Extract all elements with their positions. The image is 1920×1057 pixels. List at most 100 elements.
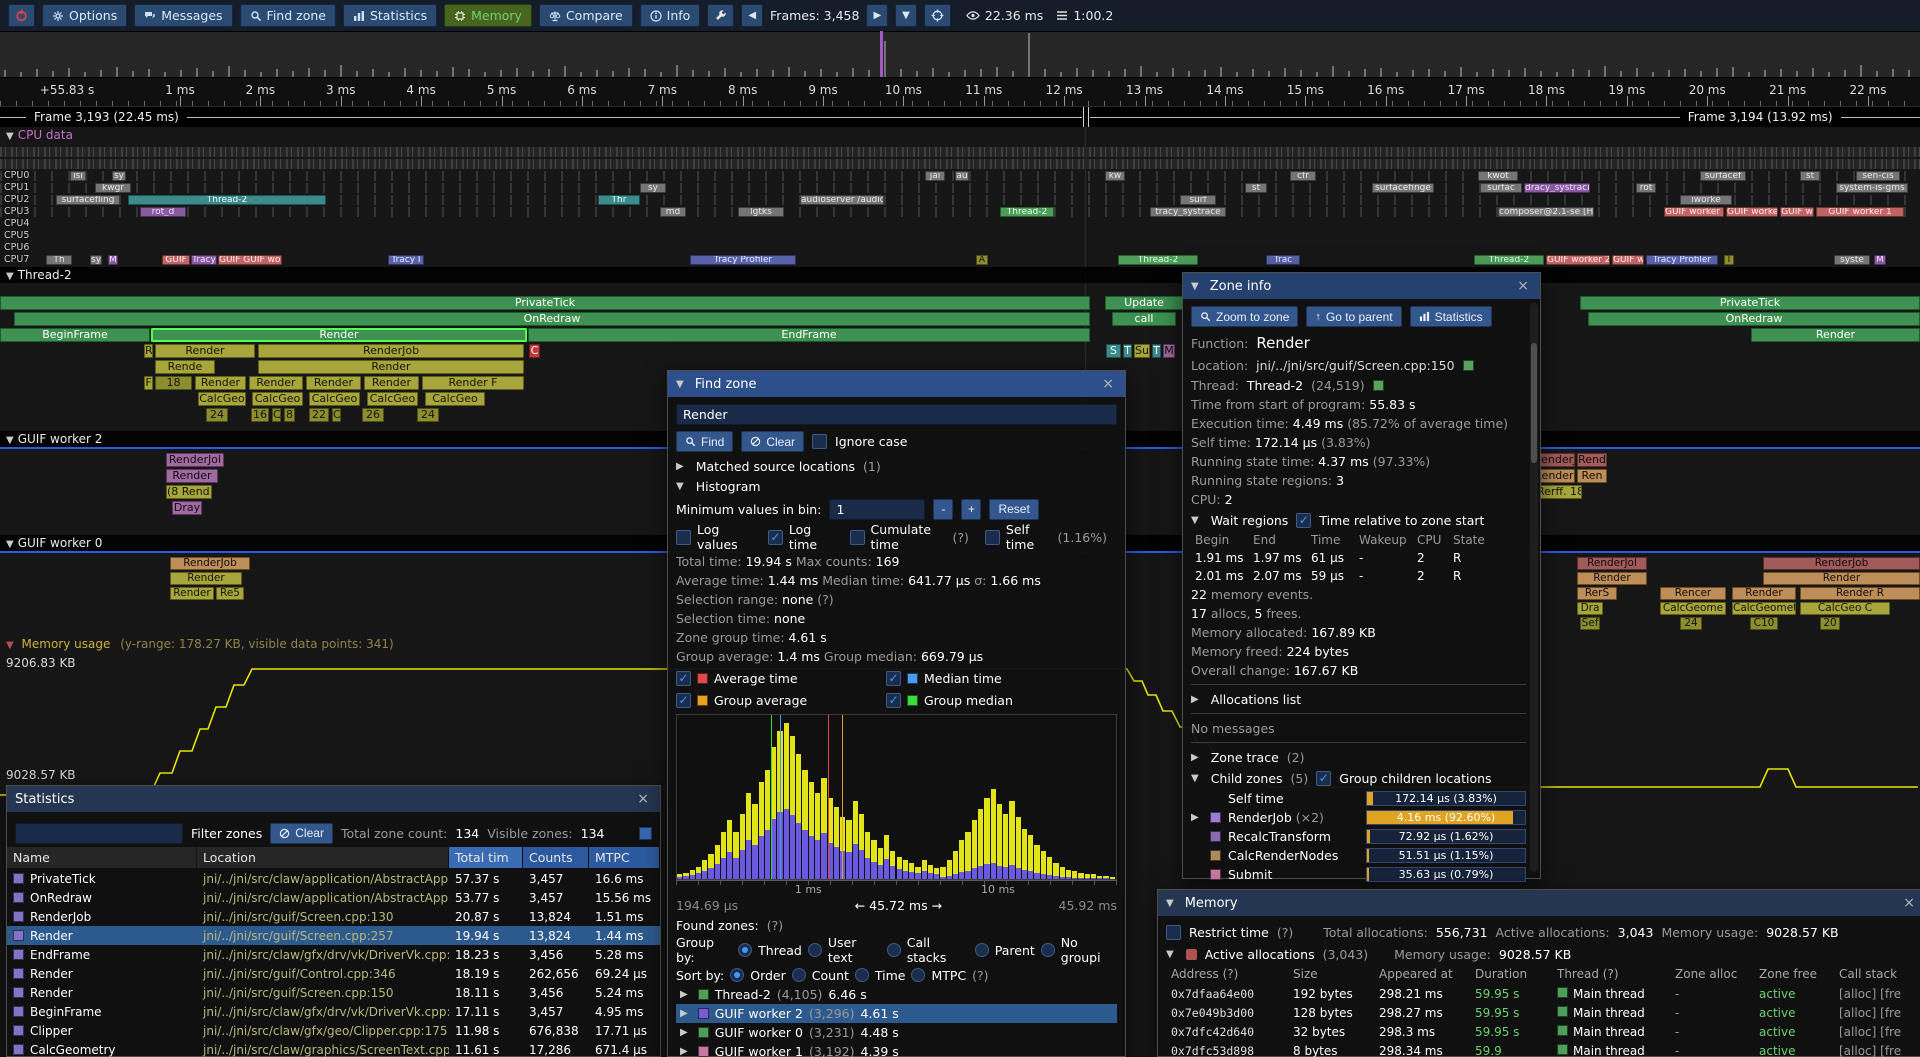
time-radio[interactable] xyxy=(855,968,869,982)
alloc-column-zone-alloc[interactable]: Zone alloc xyxy=(1670,965,1754,985)
zone-call[interactable]: call xyxy=(1112,312,1176,326)
cpu-zone[interactable]: GUIF w xyxy=(1612,255,1644,265)
cpu-zone[interactable]: Tracy Profiler xyxy=(1646,255,1718,265)
zone-22[interactable]: 22 xyxy=(309,408,329,422)
messages-button[interactable]: Messages xyxy=(134,4,232,27)
frames-row[interactable]: Frame 3,193 (22.45 ms) Frame 3,194 (13.9… xyxy=(0,107,1920,127)
zone-CalcGeo C[interactable]: CalcGeo C xyxy=(1800,602,1890,615)
cpu-zone[interactable]: st xyxy=(1800,171,1820,181)
cpu-zone[interactable]: syste xyxy=(1834,255,1870,265)
zone-Render[interactable]: Render xyxy=(166,469,218,483)
child-zone-row[interactable]: CalcRenderNodes51.51 µs (1.15%) xyxy=(1191,846,1526,865)
alloc-address[interactable]: 0x7e049b3d00 xyxy=(1166,1004,1288,1023)
info-button[interactable]: Info xyxy=(640,4,701,27)
zone-CalcGeo[interactable]: CalcGeo xyxy=(198,392,246,406)
zone-Render F[interactable]: Render F xyxy=(422,376,524,390)
cpu-zone[interactable]: GUIF worker 2 xyxy=(1546,255,1610,265)
find-zone-titlebar[interactable]: ▼ Find zone × xyxy=(668,371,1125,397)
decrement-button[interactable]: - xyxy=(933,499,953,520)
zone-Render[interactable]: Render xyxy=(1577,572,1647,585)
alloc-address[interactable]: 0x7dfc42d640 xyxy=(1166,1023,1288,1042)
zone-Rerff. 18[interactable]: Rerff. 18 xyxy=(1536,485,1582,499)
histogram-section-row[interactable]: ▼ Histogram xyxy=(676,476,1117,496)
zone-24[interactable]: 24 xyxy=(417,408,439,422)
zone-PrivateTick[interactable]: PrivateTick xyxy=(0,296,1090,310)
cpu-zone[interactable]: surf xyxy=(1180,195,1216,205)
zone-Dray[interactable]: Dray xyxy=(172,501,202,515)
child-zone-row[interactable]: RecalcTransform72.92 µs (1.62%) xyxy=(1191,827,1526,846)
table-row[interactable]: Renderjni/../jni/src/guif/Control.cpp:34… xyxy=(7,964,660,983)
scrollbar[interactable] xyxy=(1530,303,1538,872)
close-icon[interactable]: × xyxy=(634,791,652,807)
cpu-zone[interactable]: GUIF worker 1 xyxy=(1816,207,1904,217)
zone-T[interactable]: T xyxy=(1123,344,1132,358)
cpu-zone[interactable]: sy xyxy=(640,183,666,193)
reset-button[interactable]: Reset xyxy=(989,499,1038,520)
prev-frame-button[interactable]: ◀ xyxy=(741,4,763,27)
zone-group-row[interactable]: ▶Thread-2(4,105)6.46 s xyxy=(676,985,1117,1004)
child-zone-row[interactable]: ▶RenderJob (×2)4.16 ms (92.60%) xyxy=(1191,808,1526,827)
child-zones-row[interactable]: ▼ Child zones (5) Group children locatio… xyxy=(1191,767,1526,789)
cpu-zone[interactable]: Th xyxy=(46,255,72,265)
self-time-checkbox[interactable] xyxy=(985,530,1000,545)
search-input[interactable]: Render xyxy=(676,404,1117,425)
zone-RenderJob[interactable]: RenderJob xyxy=(1763,557,1920,570)
alloc-column-thread[interactable]: Thread (?) xyxy=(1552,965,1670,985)
log-values-checkbox[interactable] xyxy=(676,530,691,545)
zone-R[interactable]: R xyxy=(144,344,153,358)
column-header-counts[interactable]: Counts xyxy=(523,847,589,868)
zone-C10[interactable]: C10 xyxy=(1750,617,1778,630)
alloc-call-stack[interactable]: [alloc] [fre xyxy=(1834,1042,1918,1057)
column-header-name[interactable]: Name xyxy=(7,847,197,868)
zone-Render[interactable]: Render xyxy=(151,328,527,342)
child-zone-row[interactable]: Self time172.14 µs (3.83%) xyxy=(1191,789,1526,808)
cpu-zone[interactable]: GUIF w xyxy=(1780,207,1814,217)
zone-PrivateTick[interactable]: PrivateTick xyxy=(1580,296,1920,310)
cpu-zone[interactable]: Tracy I xyxy=(388,255,424,265)
zone-Render[interactable]: Render xyxy=(306,376,361,390)
close-icon[interactable]: × xyxy=(1099,376,1117,392)
memory-usage-header[interactable]: ▼ Memory usage (y-range: 178.27 KB, visi… xyxy=(6,637,394,651)
min-bin-input[interactable]: 1 xyxy=(829,499,925,520)
log-time-checkbox[interactable] xyxy=(768,530,783,545)
power-button[interactable] xyxy=(8,4,35,27)
limit-to-view-toggle[interactable] xyxy=(639,827,652,840)
zone-OnRedraw[interactable]: OnRedraw xyxy=(14,312,1090,326)
cpu-zone[interactable]: Tracy xyxy=(191,255,217,265)
go-to-parent-button[interactable]: ↑ Go to parent xyxy=(1306,306,1401,327)
zone-C[interactable]: C xyxy=(529,344,540,358)
zone-Su[interactable]: Su xyxy=(1134,344,1150,358)
zone-group-row[interactable]: ▶GUIF worker 2(3,296)4.61 s xyxy=(676,1004,1117,1023)
options-button[interactable]: Options xyxy=(42,4,127,27)
thread-value[interactable]: Thread-2 xyxy=(1247,378,1303,393)
zone-group-row[interactable]: ▶GUIF worker 1(3,192)4.39 s xyxy=(676,1042,1117,1057)
cpu-zone[interactable]: Trac xyxy=(1266,255,1300,265)
zone-Render[interactable]: Render xyxy=(1751,328,1920,342)
zone-Update[interactable]: Update xyxy=(1105,296,1183,310)
zone-Render[interactable]: Render xyxy=(170,572,242,585)
cpu-zone[interactable]: kwgr xyxy=(95,183,131,193)
zone-F[interactable]: F xyxy=(144,376,153,390)
no-groupi-radio[interactable] xyxy=(1041,943,1055,957)
order-radio[interactable] xyxy=(730,968,744,982)
frame-3194[interactable]: Frame 3,194 (13.92 ms) xyxy=(1090,107,1920,127)
zone-Re5[interactable]: Re5 xyxy=(216,587,244,600)
zone-24[interactable]: 24 xyxy=(1680,617,1702,630)
zone-Render[interactable]: Render xyxy=(195,376,246,390)
cpu-zone[interactable]: jai xyxy=(925,171,945,181)
help-icon[interactable]: (?) xyxy=(1277,925,1293,940)
zone-Ren[interactable]: Ren xyxy=(1577,469,1607,483)
cpu-zone[interactable]: GUIF xyxy=(162,255,190,265)
find-zone-button[interactable]: Find zone xyxy=(240,4,336,27)
mtpc-radio[interactable] xyxy=(911,968,925,982)
cpu-zone[interactable]: Thread-2 xyxy=(128,195,326,205)
cpu-zone[interactable]: isi xyxy=(70,171,86,181)
zone-Rende[interactable]: Rende xyxy=(155,360,215,374)
zone-20[interactable]: 20 xyxy=(1820,617,1840,630)
parent-radio[interactable] xyxy=(975,943,989,957)
cpu-zone[interactable]: GUIF GUIF wor xyxy=(218,255,282,265)
call-stacks-radio[interactable] xyxy=(887,943,901,957)
alloc-call-stack[interactable]: [alloc] [fre xyxy=(1834,1004,1918,1023)
cpu-zone[interactable]: surfacefling xyxy=(56,195,120,205)
zone-8[interactable]: 8 xyxy=(284,408,295,422)
